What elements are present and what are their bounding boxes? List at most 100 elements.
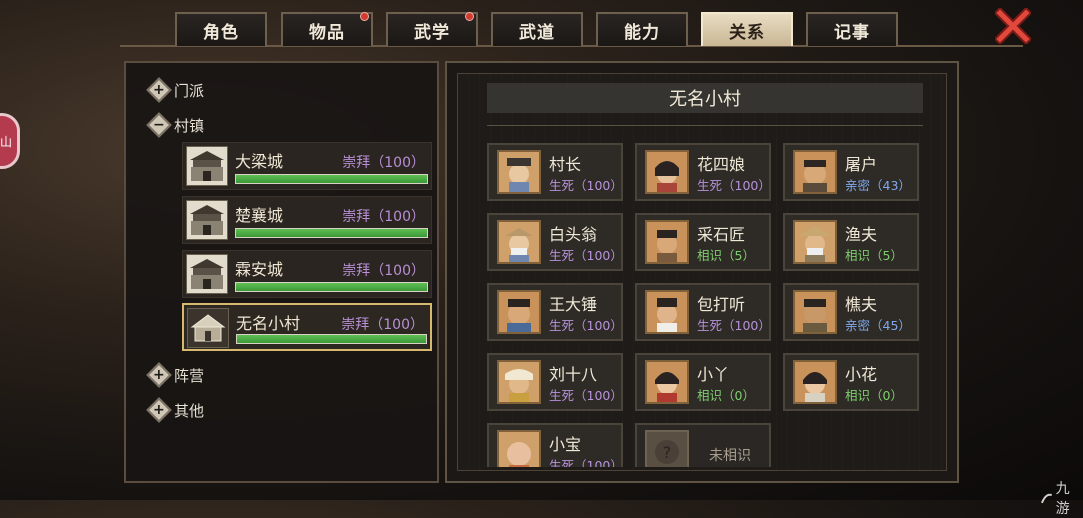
npc-portrait [645,360,689,404]
category-other[interactable]: + 其他 [146,397,205,423]
npc-portrait [645,290,689,334]
tab-label: 物品 [309,22,345,43]
tab-label: 记事 [834,22,870,43]
reputation-fill [236,175,427,183]
npc-portrait [793,290,837,334]
town-name: 无名小村 [236,314,301,333]
category-label: 阵营 [174,366,205,385]
npc-name: 小丫 [697,365,730,384]
watermark-text: 九游 [1055,481,1070,517]
collapse-icon: − [146,112,172,138]
town-relation: 崇拜（100） [342,209,425,225]
npc-relation: 生死（100） [549,248,623,263]
tab-label: 角色 [203,22,239,43]
npc-card-butcher[interactable]: 屠户 亲密（43） [783,143,919,201]
category-sect[interactable]: + 门派 [146,77,205,103]
npc-card-stonemason[interactable]: 采石匠 相识（5） [635,213,771,271]
expand-icon: + [146,77,172,103]
tab-journal[interactable]: 记事 [806,12,898,46]
reputation-fill [236,283,427,291]
village-hut-icon [187,308,229,348]
npc-grid[interactable]: 村长 生死（100） 花四娘 生死（100） 屠户 亲密（43） 白头翁 生死（… [487,143,927,467]
npc-relation: 相识（5） [845,248,903,263]
tab-character[interactable]: 角色 [175,12,267,46]
tab-label: 关系 [729,22,765,43]
svg-text:?: ? [663,443,672,462]
npc-name: 包打听 [697,295,746,314]
top-tab-bar: 角色 物品 武学 武道 能力 关系 记事 [0,0,1083,48]
npc-portrait [497,290,541,334]
npc-name: 采石匠 [697,225,746,244]
tab-martial-arts[interactable]: 武学 [386,12,478,46]
npc-card-hua-siniang[interactable]: 花四娘 生死（100） [635,143,771,201]
close-icon[interactable] [995,8,1031,44]
tab-items[interactable]: 物品 [281,12,373,46]
town-item-daliang[interactable]: 大梁城 崇拜（100） [182,142,432,190]
town-name: 霖安城 [235,260,284,279]
tab-label: 武学 [414,22,450,43]
npc-name: 屠户 [845,155,878,174]
reputation-fill [237,335,426,343]
npc-card-xiao-hua[interactable]: 小花 相识（0） [783,353,919,411]
npc-name: 花四娘 [697,155,746,174]
category-camp[interactable]: + 阵营 [146,362,205,388]
category-town[interactable]: − 村镇 [146,112,205,138]
npc-card-unknown[interactable]: ? 未相识 [635,423,771,467]
npc-name: 刘十八 [549,365,598,384]
town-name: 大梁城 [235,152,284,171]
npc-relation: 生死（100） [549,388,623,403]
panel-title: 无名小村 [487,83,923,113]
tab-relations[interactable]: 关系 [701,12,793,46]
npc-portrait [645,150,689,194]
tab-label: 武道 [519,22,555,43]
npc-card-liu-shiba[interactable]: 刘十八 生死（100） [487,353,623,411]
tab-abilities[interactable]: 能力 [596,12,688,46]
npc-relation-panel: 无名小村 村长 生死（100） 花四娘 生死（100） 屠户 亲密（43） 白头… [445,61,959,483]
npc-portrait [645,220,689,264]
town-item-chuxiang[interactable]: 楚襄城 崇拜（100） [182,196,432,244]
category-label: 其他 [174,401,205,420]
side-shortcut-button[interactable]: 山 [0,113,20,169]
npc-portrait [793,220,837,264]
reputation-bar [235,228,428,238]
npc-card-old-white-head[interactable]: 白头翁 生死（100） [487,213,623,271]
npc-card-fisherman[interactable]: 渔夫 相识（5） [783,213,919,271]
unknown-portrait-icon: ? [645,430,689,467]
npc-name: 小宝 [549,435,582,454]
town-item-nameless-village[interactable]: 无名小村 崇拜（100） [182,303,432,351]
reputation-bar [236,334,427,344]
town-relation: 崇拜（100） [341,317,424,333]
reputation-bar [235,282,428,292]
reputation-bar [235,174,428,184]
tab-martial-way[interactable]: 武道 [491,12,583,46]
npc-relation: 相识（0） [697,388,755,403]
npc-name: 王大锤 [549,295,598,314]
npc-card-bao-dating[interactable]: 包打听 生死（100） [635,283,771,341]
npc-name: 白头翁 [549,225,598,244]
npc-relation: 生死（100） [549,178,623,193]
side-shortcut-label: 山 [0,134,12,149]
city-gate-icon [186,146,228,186]
npc-card-wang-dachui[interactable]: 王大锤 生死（100） [487,283,623,341]
npc-relation: 亲密（43） [845,178,911,193]
tab-label: 能力 [624,22,660,43]
notification-badge [360,12,369,21]
npc-card-village-chief[interactable]: 村长 生死（100） [487,143,623,201]
npc-relation: 生死（100） [549,318,623,333]
npc-relation: 相识（0） [845,388,903,403]
npc-card-xiao-ya[interactable]: 小丫 相识（0） [635,353,771,411]
town-item-linan[interactable]: 霖安城 崇拜（100） [182,250,432,298]
npc-relation: 亲密（45） [845,318,911,333]
category-label: 门派 [174,81,205,100]
title-divider [487,125,923,126]
npc-card-xiao-bao[interactable]: 小宝 生死（100） [487,423,623,467]
npc-relation: 生死（100） [697,178,771,193]
town-relation: 崇拜（100） [342,155,425,171]
npc-name: 小花 [845,365,878,384]
city-gate-icon [186,254,228,294]
npc-card-woodcutter[interactable]: 樵夫 亲密（45） [783,283,919,341]
category-label: 村镇 [174,116,205,135]
npc-relation: 相识（5） [697,248,755,263]
npc-relation: 生死（100） [697,318,771,333]
npc-name: 渔夫 [845,225,878,244]
